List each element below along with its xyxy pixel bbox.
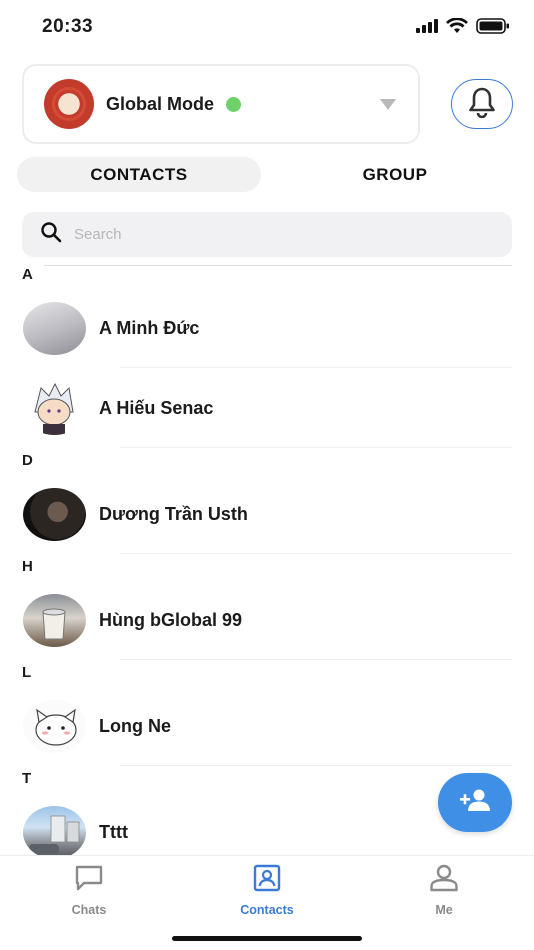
dropdown-caret-icon — [380, 99, 396, 110]
battery-icon — [476, 18, 510, 39]
row-divider — [120, 659, 512, 660]
contact-name: Dương Trần Usth — [99, 503, 248, 524]
row-divider — [120, 765, 512, 766]
avatar — [23, 301, 86, 355]
contact-row[interactable]: A Hiếu Senac — [0, 368, 534, 448]
nav-chats[interactable]: Chats — [29, 864, 149, 917]
section-header-d: D — [22, 452, 33, 469]
status-icons — [416, 17, 510, 39]
contact-name: A Minh Đức — [99, 317, 200, 338]
chat-bubble-icon — [74, 864, 104, 897]
contact-name: Hùng bGlobal 99 — [99, 609, 243, 630]
nav-contacts[interactable]: Contacts — [207, 864, 327, 917]
contact-row[interactable]: A Minh Đức — [0, 288, 534, 368]
nav-chats-label: Chats — [71, 903, 107, 917]
nav-contacts-label: Contacts — [240, 903, 294, 917]
tab-contacts[interactable]: CONTACTS — [17, 157, 261, 192]
avatar — [23, 805, 86, 859]
wifi-icon — [446, 17, 468, 39]
contact-name: A Hiếu Senac — [99, 397, 214, 418]
avatar — [23, 487, 86, 541]
section-header-a: A — [22, 266, 33, 283]
contact-row[interactable]: Dương Trần Usth — [0, 474, 534, 554]
contact-name: Tttt — [99, 821, 128, 842]
contact-row[interactable]: Long Ne — [0, 686, 534, 766]
notifications-button[interactable] — [451, 79, 513, 129]
contacts-book-icon — [252, 864, 282, 897]
tab-group[interactable]: GROUP — [277, 157, 513, 192]
home-indicator — [172, 936, 362, 941]
avatar — [23, 593, 86, 647]
nav-me[interactable]: Me — [384, 864, 504, 917]
signal-icon — [416, 19, 438, 38]
row-divider — [120, 447, 512, 448]
mode-title: Global Mode — [106, 93, 214, 114]
section-header-h: H — [22, 558, 33, 575]
avatar — [23, 381, 86, 435]
search-bar[interactable] — [22, 212, 512, 257]
section-header-l: L — [22, 664, 32, 681]
mode-logo — [44, 79, 94, 129]
add-contact-button[interactable] — [438, 773, 512, 832]
person-icon — [429, 864, 459, 897]
status-time: 20:33 — [42, 16, 94, 37]
search-icon — [40, 221, 62, 248]
avatar — [23, 699, 86, 753]
status-bar: 20:33 — [0, 0, 534, 56]
nav-me-label: Me — [435, 903, 453, 917]
online-status-dot — [226, 96, 241, 112]
add-person-icon — [458, 787, 492, 818]
bell-icon — [467, 86, 497, 123]
mode-selector[interactable]: Global Mode — [22, 64, 420, 144]
contact-name: Long Ne — [99, 715, 171, 736]
search-input[interactable] — [74, 226, 454, 243]
contact-row[interactable]: Hùng bGlobal 99 — [0, 580, 534, 660]
row-divider — [120, 553, 512, 554]
